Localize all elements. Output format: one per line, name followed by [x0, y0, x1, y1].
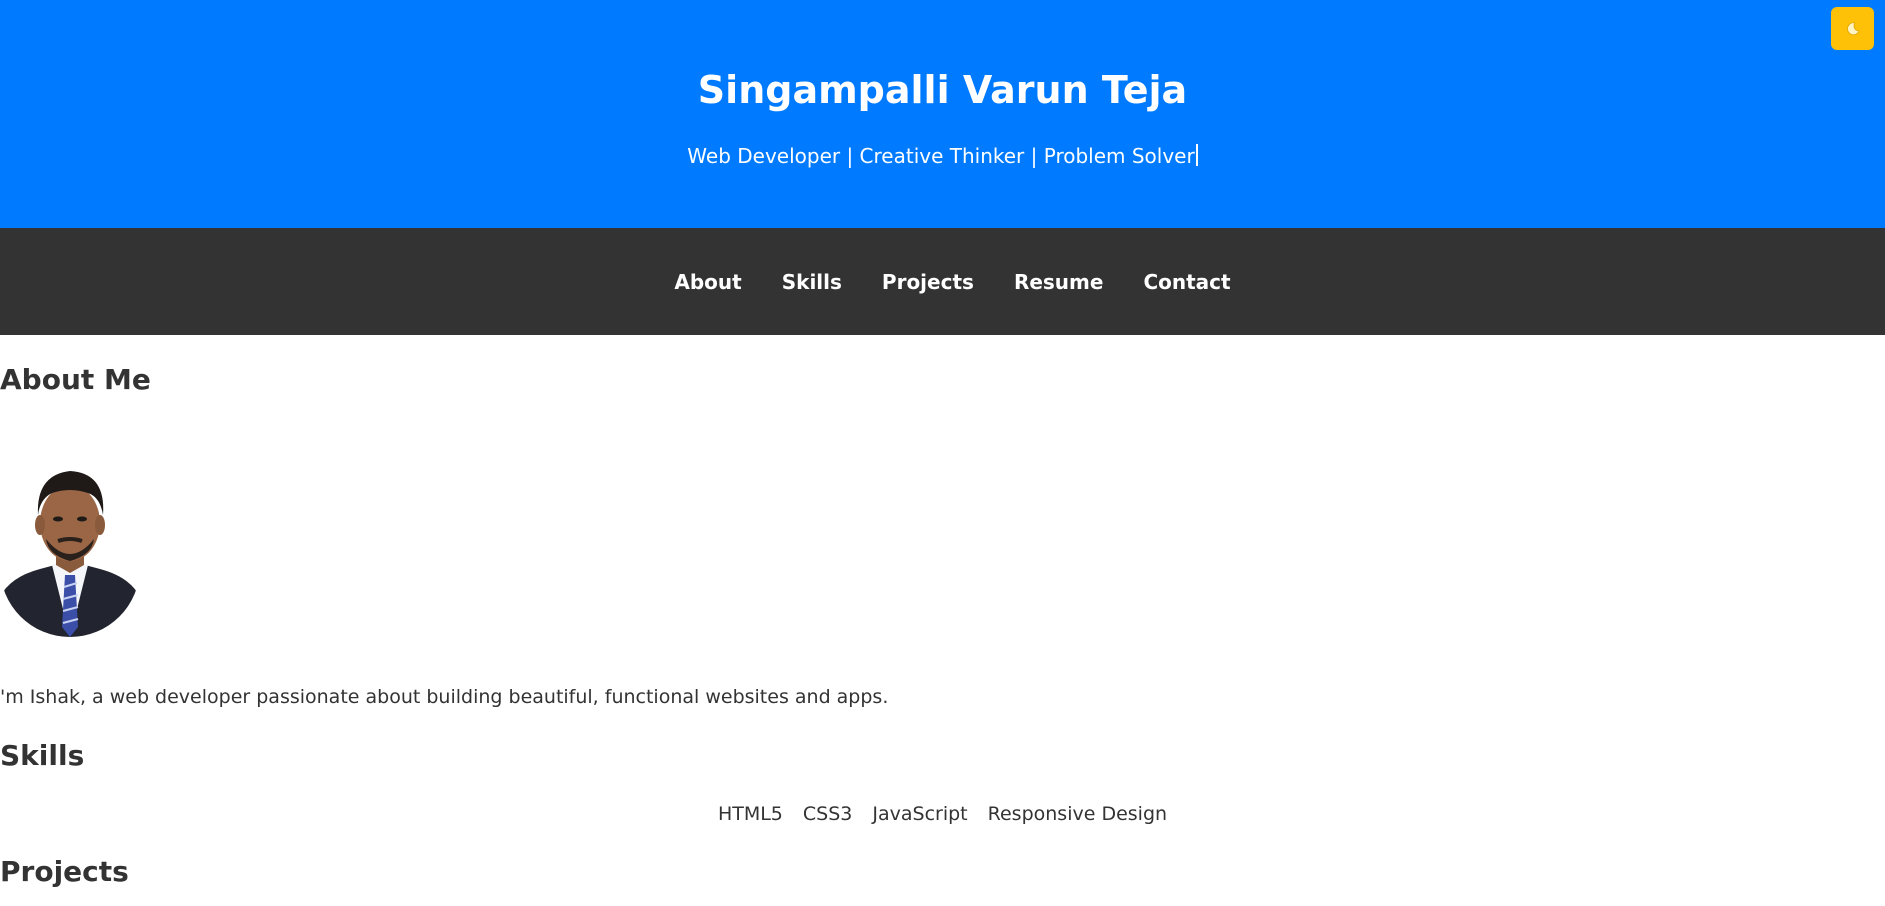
nav-item-projects: Projects [882, 268, 974, 296]
about-text: 'm Ishak, a web developer passionate abo… [0, 686, 889, 708]
profile-photo [0, 457, 140, 637]
nav-item-contact: Contact [1143, 268, 1230, 296]
skill-item: Responsive Design [987, 803, 1168, 825]
skill-item: HTML5 [717, 803, 783, 825]
nav-link-about[interactable]: About [674, 270, 741, 294]
typing-cursor [1195, 144, 1198, 166]
projects-title: Projects [0, 855, 129, 888]
nav-link-contact[interactable]: Contact [1143, 270, 1230, 294]
theme-toggle-button[interactable] [1831, 7, 1874, 50]
skill-item: JavaScript [872, 803, 968, 825]
nav-item-skills: Skills [782, 268, 842, 296]
site-tagline: Web Developer | Creative Thinker | Probl… [0, 142, 1885, 170]
skills-title: Skills [0, 739, 85, 772]
tagline-text: Web Developer | Creative Thinker | Probl… [687, 144, 1195, 168]
nav-list: About Skills Projects Resume Contact [674, 268, 1230, 296]
nav-item-about: About [674, 268, 741, 296]
nav-item-resume: Resume [1014, 268, 1104, 296]
skill-item: CSS3 [802, 803, 853, 825]
site-title: Singampalli Varun Teja [697, 68, 1188, 112]
profile-photo-illustration [0, 457, 140, 637]
nav-link-projects[interactable]: Projects [882, 270, 974, 294]
portfolio-page: Singampalli Varun Teja Web Developer | C… [0, 0, 1885, 906]
about-title: About Me [0, 363, 151, 396]
main-nav: About Skills Projects Resume Contact [0, 228, 1885, 335]
skills-list: HTML5 CSS3 JavaScript Responsive Design [0, 800, 1885, 828]
moon-icon [1846, 21, 1860, 35]
site-header: Singampalli Varun Teja Web Developer | C… [0, 0, 1885, 228]
nav-link-skills[interactable]: Skills [782, 270, 842, 294]
nav-link-resume[interactable]: Resume [1014, 270, 1104, 294]
